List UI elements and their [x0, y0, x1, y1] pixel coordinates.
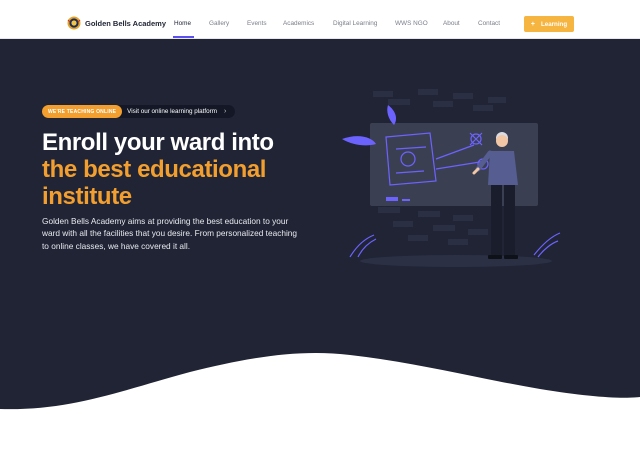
nav-item-gallery[interactable]: Gallery [209, 20, 229, 27]
pill-link-text: Visit our online learning platform [127, 108, 218, 115]
navbar: Golden Bells Academy Home Gallery Events… [0, 0, 640, 39]
teaching-online-badge: WE'RE TEACHING ONLINE [42, 105, 123, 118]
nav-item-academics[interactable]: Academics [283, 20, 314, 27]
plus-icon: + [530, 20, 535, 28]
nav-item-contact[interactable]: Contact [478, 20, 500, 27]
headline-line-1: Enroll your ward into [42, 129, 274, 156]
online-learning-pill[interactable]: WE'RE TEACHING ONLINE Visit our online l… [42, 105, 236, 118]
headline-line-3: institute [42, 183, 132, 210]
nav-item-home[interactable]: Home [174, 20, 191, 27]
active-nav-indicator [173, 36, 194, 38]
headline-line-2: the best educational [42, 156, 267, 183]
nav-item-wws-ngo[interactable]: WWS NGO [395, 20, 428, 27]
nav-item-events[interactable]: Events [247, 20, 267, 27]
brand-name: Golden Bells Academy [85, 18, 166, 28]
hero-section: WE'RE TEACHING ONLINE Visit our online l… [0, 39, 640, 461]
academy-logo-icon [67, 16, 81, 30]
learning-button-label: Learning [540, 20, 568, 28]
hero-headline: Enroll your ward into the best education… [42, 129, 372, 210]
teacher-illustration [342, 89, 561, 267]
brand-link[interactable]: Golden Bells Academy [67, 14, 166, 32]
nav-item-digital-learning[interactable]: Digital Learning [333, 20, 377, 27]
learning-button[interactable]: + Learning [524, 16, 574, 32]
hero-description: Golden Bells Academy aims at providing t… [42, 216, 298, 251]
nav-item-about[interactable]: About [443, 20, 460, 27]
chevron-right-icon: › [224, 108, 227, 115]
